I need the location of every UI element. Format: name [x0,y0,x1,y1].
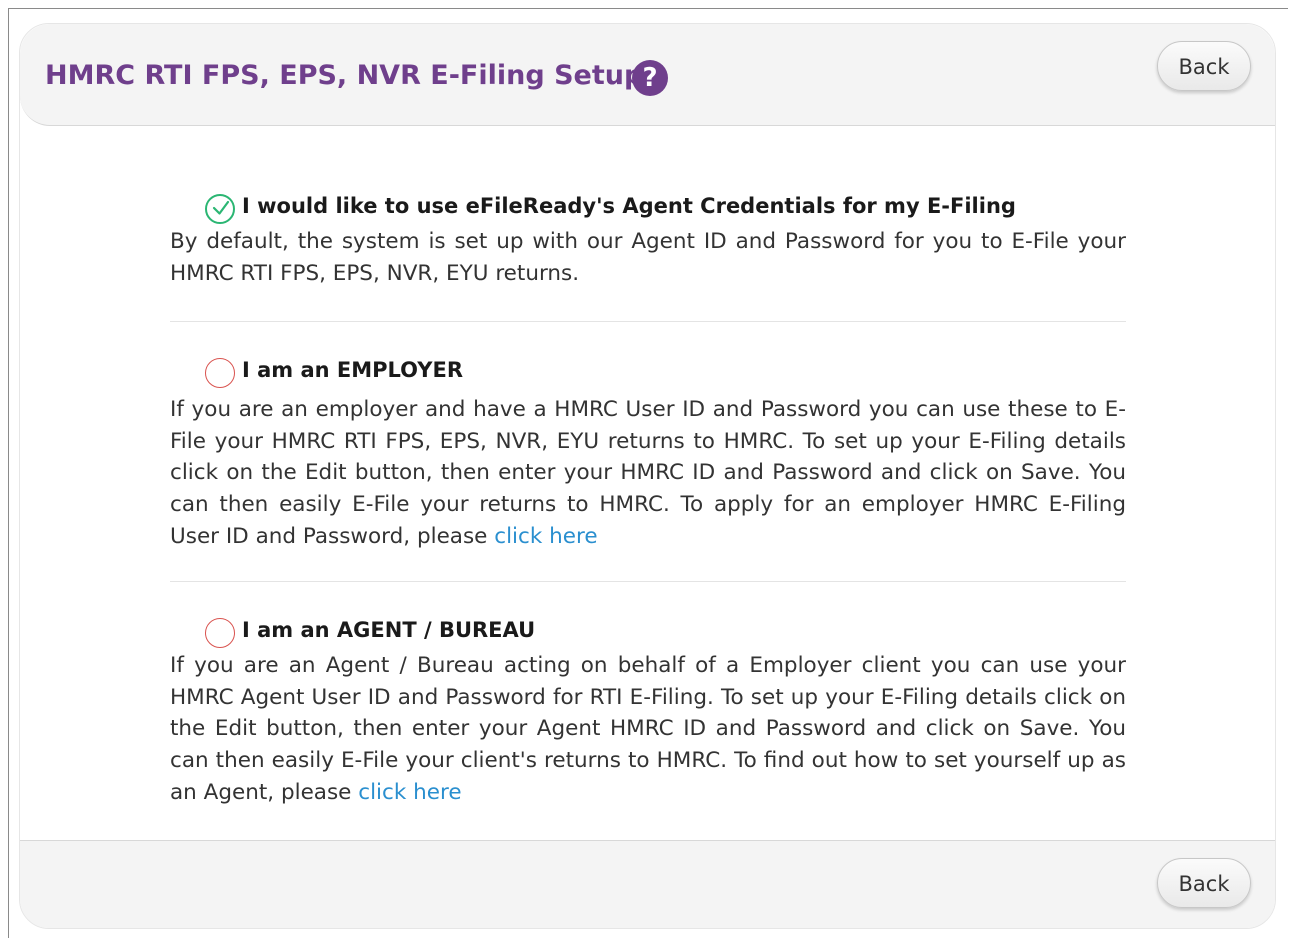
page-title: HMRC RTI FPS, EPS, NVR E-Filing Setup [45,60,644,91]
option-head: I would like to use eFileReady's Agent C… [170,192,1126,226]
back-button-top[interactable]: Back [1157,41,1251,91]
option-description-text: If you are an employer and have a HMRC U… [170,397,1126,549]
option-description: By default, the system is set up with ou… [170,226,1126,289]
help-icon[interactable]: ? [632,60,668,96]
divider [170,581,1126,583]
option-title: I am an AGENT / BUREAU [242,618,536,643]
option-head: I am an AGENT / BUREAU [170,616,1126,650]
option-title: I would like to use eFileReady's Agent C… [242,194,1016,218]
option-agent-credentials: I would like to use eFileReady's Agent C… [170,192,1126,289]
option-description: If you are an employer and have a HMRC U… [170,394,1126,552]
panel-header: HMRC RTI FPS, EPS, NVR E-Filing Setup ? … [20,24,1275,126]
option-employer: I am an EMPLOYER If you are an employer … [170,356,1126,552]
option-description-text: If you are an Agent / Bureau acting on b… [170,653,1126,805]
panel-footer: Back [20,840,1275,928]
option-title: I am an EMPLOYER [242,358,464,383]
employer-click-here-link[interactable]: click here [494,524,597,549]
divider [170,321,1126,323]
option-description: If you are an Agent / Bureau acting on b… [170,650,1126,808]
check-icon [212,200,230,215]
option-description-text: By default, the system is set up with ou… [170,229,1126,286]
options-list: I would like to use eFileReady's Agent C… [170,192,1126,808]
radio-agent-credentials[interactable] [205,194,235,224]
agent-click-here-link[interactable]: click here [358,780,461,805]
radio-agent-bureau[interactable] [205,618,235,649]
back-button-bottom[interactable]: Back [1157,858,1251,908]
setup-panel: HMRC RTI FPS, EPS, NVR E-Filing Setup ? … [19,23,1276,929]
option-head: I am an EMPLOYER [170,356,1126,394]
option-agent-bureau: I am an AGENT / BUREAU If you are an Age… [170,616,1126,808]
radio-employer[interactable] [205,358,235,389]
